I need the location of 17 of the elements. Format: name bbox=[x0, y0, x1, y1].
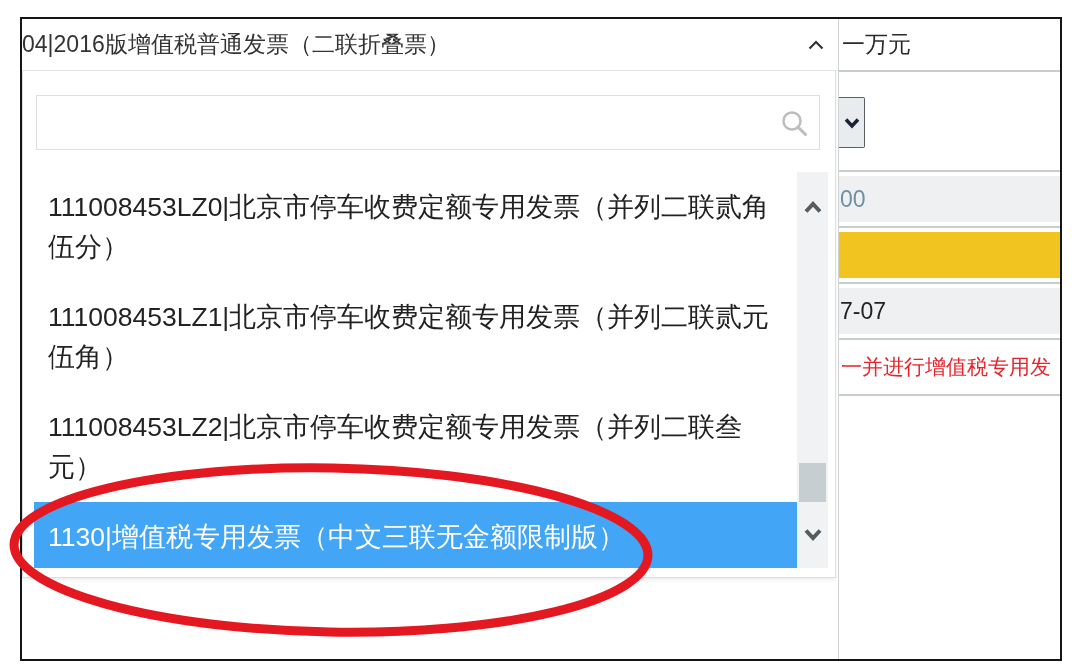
caret-up-icon bbox=[808, 39, 824, 50]
dropdown-option[interactable]: 111008453LZ1|北京市停车收费定额专用发票（并列二联贰元伍角） bbox=[34, 282, 797, 392]
scrollbar-thumb[interactable] bbox=[799, 463, 826, 502]
highlighted-field[interactable] bbox=[839, 232, 1060, 278]
input-field[interactable]: 00 bbox=[839, 176, 1060, 222]
warning-text: 一并进行增值税专用发 bbox=[840, 354, 1051, 381]
input-field[interactable]: 7-07 bbox=[839, 288, 1060, 334]
search-field[interactable] bbox=[36, 95, 820, 150]
value-text: 一万元 bbox=[842, 30, 911, 60]
dropdown-option[interactable]: 111008453LZ0|北京市停车收费定额专用发票（并列二联贰角伍分） bbox=[34, 172, 797, 282]
search-icon bbox=[781, 109, 807, 136]
dropdown-option[interactable]: 111008453LZ2|北京市停车收费定额专用发票（并列二联叁元） bbox=[34, 392, 797, 502]
dropdown-toggle[interactable] bbox=[839, 97, 865, 148]
chevron-down-icon bbox=[802, 528, 823, 542]
scrollbar[interactable] bbox=[797, 172, 828, 568]
chevron-down-icon bbox=[843, 116, 860, 129]
chevron-up-icon bbox=[802, 200, 823, 214]
